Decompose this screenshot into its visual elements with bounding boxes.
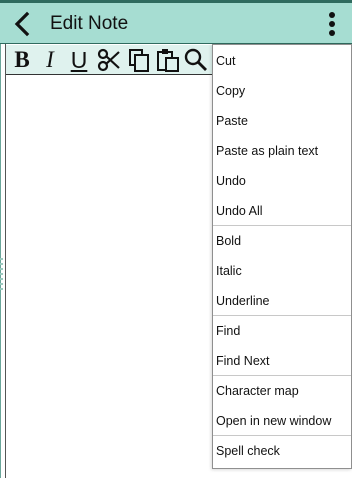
page-title: Edit Note: [50, 13, 129, 34]
bold-button[interactable]: B: [9, 47, 35, 73]
menu-item-find[interactable]: Find: [213, 316, 351, 346]
cut-button[interactable]: [96, 47, 122, 73]
scissors-icon: [97, 48, 120, 72]
context-menu: Cut Copy Paste Paste as plain text Undo Undo …: [212, 44, 352, 469]
back-button[interactable]: [10, 11, 36, 37]
menu-item-paste[interactable]: Paste: [213, 106, 351, 136]
bold-icon: B: [14, 47, 30, 72]
menu-item-bold[interactable]: Bold: [213, 226, 351, 256]
menu-item-character-map[interactable]: Character map: [213, 376, 351, 406]
underline-button[interactable]: U: [66, 47, 92, 73]
menu-item-italic[interactable]: Italic: [213, 256, 351, 286]
copy-button[interactable]: [126, 47, 152, 73]
menu-item-undo[interactable]: Undo: [213, 166, 351, 196]
find-button[interactable]: [183, 47, 209, 73]
paste-icon: [157, 49, 179, 72]
search-icon: [184, 48, 207, 71]
menu-item-underline[interactable]: Underline: [213, 286, 351, 316]
paste-button[interactable]: [155, 47, 181, 73]
more-options-button[interactable]: [320, 10, 344, 38]
menu-item-find-next[interactable]: Find Next: [213, 346, 351, 376]
more-vertical-icon: [329, 12, 335, 36]
resize-grip[interactable]: [0, 258, 3, 290]
underline-icon: U: [70, 47, 88, 73]
menu-item-undo-all[interactable]: Undo All: [213, 196, 351, 226]
menu-item-spell-check[interactable]: Spell check: [213, 436, 351, 466]
italic-button[interactable]: I: [37, 47, 63, 73]
menu-item-paste-as-plain-text[interactable]: Paste as plain text: [213, 136, 351, 166]
italic-icon: I: [46, 47, 54, 72]
menu-item-cut[interactable]: Cut: [213, 46, 351, 76]
copy-icon: [129, 49, 149, 72]
menu-item-copy[interactable]: Copy: [213, 76, 351, 106]
menu-item-open-in-new-window[interactable]: Open in new window: [213, 406, 351, 436]
back-arrow-icon: [14, 11, 30, 37]
app-bar: Edit Note: [0, 3, 352, 44]
